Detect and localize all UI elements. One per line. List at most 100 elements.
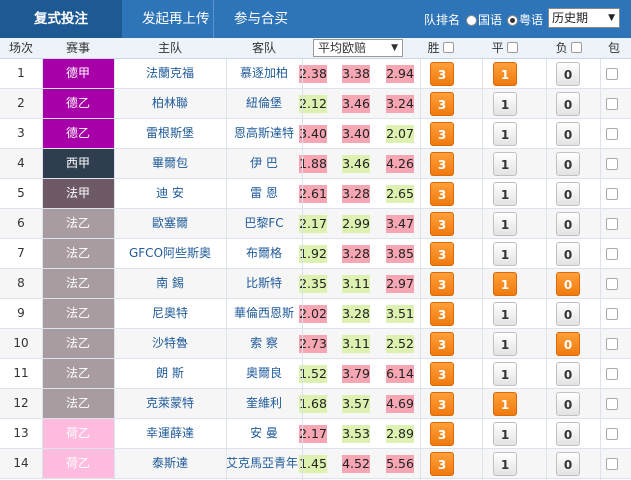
draw-option-button[interactable]: 1 xyxy=(493,122,517,146)
home-team-link[interactable]: 畢爾包 xyxy=(114,149,226,178)
bank-checkbox[interactable] xyxy=(606,338,618,350)
period-select[interactable]: 历史期 ▼ xyxy=(548,8,620,28)
draw-option-button[interactable]: 1 xyxy=(493,92,517,116)
home-team-link[interactable]: 法蘭克福 xyxy=(114,59,226,88)
away-team-link[interactable]: 比斯特 xyxy=(226,269,302,298)
team-ranking-label: 队排名 xyxy=(424,13,461,27)
radio-cantonese[interactable]: 粤语 xyxy=(507,11,543,28)
tab-multi-bet[interactable]: 复式投注 xyxy=(0,0,122,38)
draw-option-button[interactable]: 1 xyxy=(493,182,517,206)
win-option-button[interactable]: 3 xyxy=(430,452,454,476)
home-team-link[interactable]: 幸運薛達 xyxy=(114,419,226,448)
home-team-link[interactable]: 沙特魯 xyxy=(114,329,226,358)
home-team-link[interactable]: 南 錫 xyxy=(114,269,226,298)
loss-option-button[interactable]: 0 xyxy=(556,272,580,296)
bank-checkbox[interactable] xyxy=(606,278,618,290)
draw-option-button[interactable]: 1 xyxy=(493,302,517,326)
draw-option-button[interactable]: 1 xyxy=(493,392,517,416)
home-team-link[interactable]: 迪 安 xyxy=(114,179,226,208)
bank-checkbox[interactable] xyxy=(606,128,618,140)
bank-checkbox[interactable] xyxy=(606,308,618,320)
bank-checkbox[interactable] xyxy=(606,98,618,110)
draw-option-button[interactable]: 1 xyxy=(493,242,517,266)
bank-checkbox[interactable] xyxy=(606,218,618,230)
bank-checkbox[interactable] xyxy=(606,158,618,170)
draw-option-button[interactable]: 1 xyxy=(493,62,517,86)
away-team-link[interactable]: 奧爾良 xyxy=(226,359,302,388)
home-team-link[interactable]: 尼奧特 xyxy=(114,299,226,328)
loss-option-button[interactable]: 0 xyxy=(556,362,580,386)
select-all-loss-checkbox[interactable] xyxy=(571,42,583,53)
bank-checkbox[interactable] xyxy=(606,68,618,80)
home-team-link[interactable]: 歐塞爾 xyxy=(114,209,226,238)
loss-option-button[interactable]: 0 xyxy=(556,332,580,356)
home-team-link[interactable]: 克萊蒙特 xyxy=(114,389,226,418)
draw-option-button[interactable]: 1 xyxy=(493,452,517,476)
win-option-button[interactable]: 3 xyxy=(430,92,454,116)
loss-option-button[interactable]: 0 xyxy=(556,152,580,176)
win-option-button[interactable]: 3 xyxy=(430,242,454,266)
win-option-button[interactable]: 3 xyxy=(430,62,454,86)
draw-option-button[interactable]: 1 xyxy=(493,272,517,296)
header-home: 主队 xyxy=(157,41,182,55)
loss-option-button[interactable]: 0 xyxy=(556,92,580,116)
win-option-button[interactable]: 3 xyxy=(430,182,454,206)
win-option-button[interactable]: 3 xyxy=(430,122,454,146)
draw-option-button[interactable]: 1 xyxy=(493,332,517,356)
win-option-button[interactable]: 3 xyxy=(430,152,454,176)
win-option-button[interactable]: 3 xyxy=(430,212,454,236)
away-team-link[interactable]: 慕逐加柏 xyxy=(226,59,302,88)
win-option-button[interactable]: 3 xyxy=(430,392,454,416)
loss-option-button[interactable]: 0 xyxy=(556,122,580,146)
away-team-link[interactable]: 安 曼 xyxy=(226,419,302,448)
loss-option-button[interactable]: 0 xyxy=(556,212,580,236)
odds-value: 3.53 xyxy=(342,425,370,443)
draw-option-button[interactable]: 1 xyxy=(493,422,517,446)
home-team-link[interactable]: 柏林聯 xyxy=(114,89,226,118)
loss-option-button[interactable]: 0 xyxy=(556,392,580,416)
home-team-link[interactable]: 泰斯達 xyxy=(114,449,226,478)
away-team-link[interactable]: 艾克馬亞青年隊 xyxy=(226,449,302,478)
win-option-button[interactable]: 3 xyxy=(430,302,454,326)
select-all-win-checkbox[interactable] xyxy=(443,42,455,53)
draw-option-button[interactable]: 1 xyxy=(493,362,517,386)
home-team-link[interactable]: GFCO阿些斯奧 xyxy=(114,239,226,268)
avg-odds-select[interactable]: 平均欧赔 ▼ xyxy=(313,39,403,57)
win-option-button[interactable]: 3 xyxy=(430,422,454,446)
away-team-link[interactable]: 布爾格 xyxy=(226,239,302,268)
away-team-link[interactable]: 雷 恩 xyxy=(226,179,302,208)
home-team-link[interactable]: 雷根斯堡 xyxy=(114,119,226,148)
odds-value: 2.07 xyxy=(386,125,414,143)
loss-option-button[interactable]: 0 xyxy=(556,62,580,86)
away-team-link[interactable]: 索 察 xyxy=(226,329,302,358)
bank-checkbox[interactable] xyxy=(606,458,618,470)
draw-option-button[interactable]: 1 xyxy=(493,212,517,236)
away-team-link[interactable]: 華倫西恩斯 xyxy=(226,299,302,328)
loss-option-button[interactable]: 0 xyxy=(556,452,580,476)
loss-option-button[interactable]: 0 xyxy=(556,242,580,266)
bank-checkbox[interactable] xyxy=(606,248,618,260)
tab-join-group-buy[interactable]: 参与合买 xyxy=(214,0,308,38)
bank-checkbox[interactable] xyxy=(606,368,618,380)
away-team-link[interactable]: 伊 巴 xyxy=(226,149,302,178)
bank-checkbox[interactable] xyxy=(606,188,618,200)
loss-option-button[interactable]: 0 xyxy=(556,182,580,206)
draw-option-button[interactable]: 1 xyxy=(493,152,517,176)
away-team-link[interactable]: 恩高斯達特 xyxy=(226,119,302,148)
bank-checkbox[interactable] xyxy=(606,398,618,410)
away-team-link[interactable]: 紐倫堡 xyxy=(226,89,302,118)
bank-checkbox[interactable] xyxy=(606,428,618,440)
away-team-link[interactable]: 奎維利 xyxy=(226,389,302,418)
radio-mandarin[interactable]: 国语 xyxy=(466,11,502,28)
win-option-button[interactable]: 3 xyxy=(430,272,454,296)
select-all-draw-checkbox[interactable] xyxy=(507,42,519,53)
loss-option-button[interactable]: 0 xyxy=(556,422,580,446)
away-team-link[interactable]: 巴黎FC xyxy=(226,209,302,238)
home-team-link[interactable]: 朗 斯 xyxy=(114,359,226,388)
win-option-button[interactable]: 3 xyxy=(430,332,454,356)
header-win-label: 胜 xyxy=(427,41,440,55)
header-away: 客队 xyxy=(251,41,276,55)
win-option-button[interactable]: 3 xyxy=(430,362,454,386)
loss-option-button[interactable]: 0 xyxy=(556,302,580,326)
tab-launch-upload[interactable]: 发起再上传 xyxy=(122,0,214,38)
